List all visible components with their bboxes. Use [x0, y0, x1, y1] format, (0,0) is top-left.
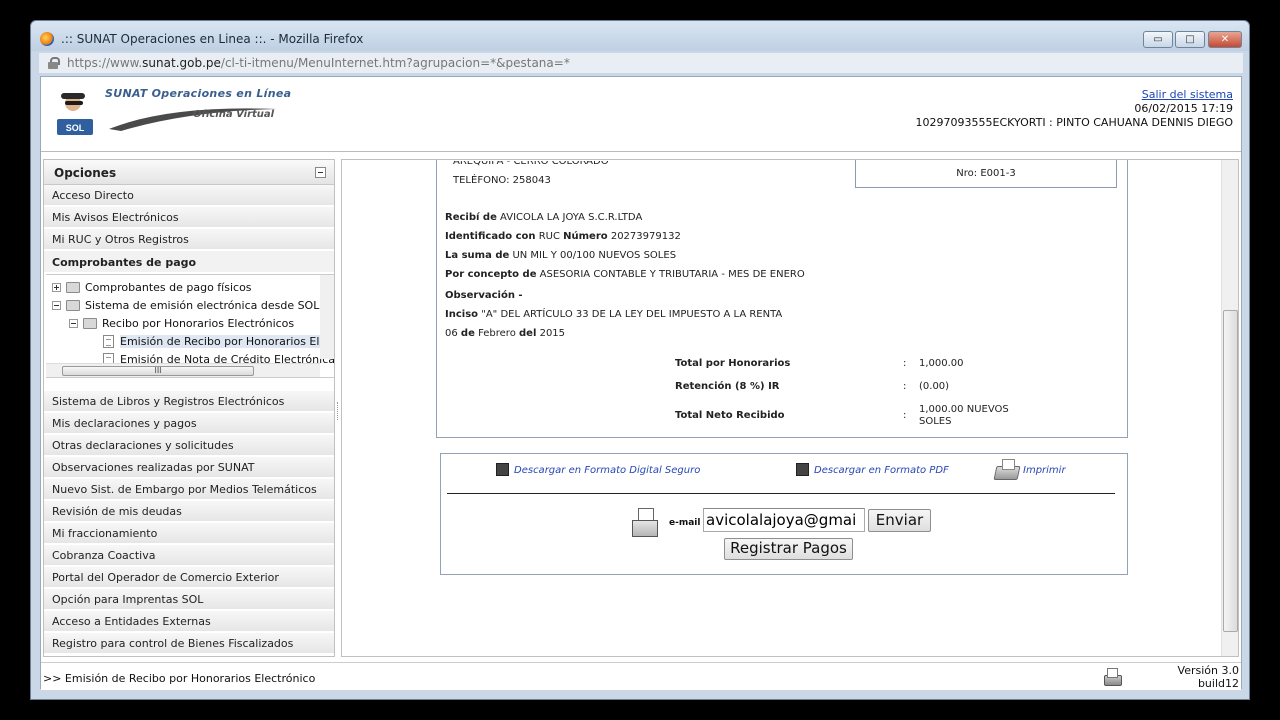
menu-item-libros[interactable]: Sistema de Libros y Registros Electrónic… [44, 391, 334, 412]
total-honorarios-label: Total por Honorarios [675, 358, 791, 369]
maximize-button[interactable]: □ [1175, 31, 1205, 48]
print-link[interactable]: Imprimir [993, 458, 1066, 480]
printer-status-icon [1101, 667, 1123, 687]
address-bar[interactable]: https://www.sunat.gob.pe/cl-ti-itmenu/Me… [39, 53, 1243, 73]
menu-item-avisos[interactable]: Mis Avisos Electrónicos [44, 207, 334, 228]
receipt-date: 06 de Febrero del 2015 [445, 328, 566, 339]
printer-icon [993, 458, 1019, 480]
options-sidebar: Opciones Acceso Directo Mis Avisos Elect… [43, 159, 335, 657]
main-panel: AREQUIPA - CERRO COLORADO TELÉFONO: 2580… [341, 159, 1239, 657]
main-scroll-thumb[interactable] [1223, 310, 1238, 632]
logo-badge: SOL [66, 123, 85, 133]
minimize-button[interactable]: ▭ [1143, 31, 1173, 48]
menu-item-acceso-directo[interactable]: Acceso Directo [44, 185, 334, 206]
folder-open-icon [83, 318, 97, 329]
status-bar: >> Emisión de Recibo por Honorarios Elec… [41, 662, 1241, 690]
download-icon [496, 463, 509, 476]
site-header: SOL SUNAT Operaciones en Línea Oficina V… [41, 77, 1241, 152]
tree-scroll-thumb[interactable]: III [62, 366, 254, 376]
menu-item-imprentas[interactable]: Opción para Imprentas SOL [44, 589, 334, 610]
total-neto-value: 1,000.00 NUEVOS [919, 404, 1009, 415]
status-breadcrumb: >> Emisión de Recibo por Honorarios Elec… [43, 672, 316, 685]
download-icon [796, 463, 809, 476]
page-content: SOL SUNAT Operaciones en Línea Oficina V… [40, 76, 1242, 690]
session-datetime: 06/02/2015 17:19 [1134, 102, 1233, 115]
total-neto-sep: : [903, 410, 907, 421]
retencion-label: Retención (8 %) IR [675, 381, 780, 392]
email-input[interactable]: avicolalajoya@gmai [703, 508, 865, 532]
menu-item-ruc[interactable]: Mi RUC y Otros Registros [44, 229, 334, 250]
retencion-value: (0.00) [919, 381, 950, 392]
version-info: Versión 3.0 build12 [1177, 664, 1239, 690]
menu-item-entidades[interactable]: Acceso a Entidades Externas [44, 611, 334, 632]
download-pdf-link[interactable]: Descargar en Formato PDF [796, 463, 949, 476]
main-vertical-scrollbar[interactable] [1221, 160, 1238, 656]
collapse-node-icon[interactable] [69, 319, 78, 328]
receipt-concept: Por concepto de ASESORIA CONTABLE Y TRIB… [445, 269, 805, 280]
menu-item-deudas[interactable]: Revisión de mis deudas [44, 501, 334, 522]
receipt-address-partial: AREQUIPA - CERRO COLORADO [453, 159, 609, 167]
total-honorarios-sep: : [903, 358, 907, 369]
sol-user-icon: SOL [57, 93, 93, 135]
expand-icon[interactable] [52, 283, 61, 292]
menu-item-cobranza[interactable]: Cobranza Coactiva [44, 545, 334, 566]
folder-icon [66, 300, 80, 311]
total-neto-value-line2: SOLES [919, 416, 952, 427]
logout-link[interactable]: Salir del sistema [1142, 88, 1233, 101]
menu-item-bienes-fiscalizados[interactable]: Registro para control de Bienes Fiscaliz… [44, 633, 334, 654]
receipt-number: Nro: E001-3 [956, 168, 1016, 179]
tree-horizontal-scrollbar[interactable]: III [46, 363, 320, 377]
menu-item-fraccionamiento[interactable]: Mi fraccionamiento [44, 523, 334, 544]
menu-item-observaciones[interactable]: Observaciones realizadas por SUNAT [44, 457, 334, 478]
title-bar: .:: SUNAT Operaciones en Linea ::. - Moz… [31, 21, 1249, 51]
firefox-icon [40, 32, 54, 46]
sidebar-header: Opciones [44, 160, 334, 185]
total-honorarios-value: 1,000.00 [919, 358, 964, 369]
session-user: 10297093555ECKYORTI : PINTO CAHUANA DENN… [915, 116, 1233, 129]
retencion-sep: : [903, 381, 907, 392]
mail-icon [631, 508, 659, 538]
receipt-actions: Descargar en Formato Digital Seguro Desc… [440, 453, 1128, 575]
window-title: .:: SUNAT Operaciones en Linea ::. - Moz… [61, 32, 364, 46]
receipt-recibi: Recibí de AVICOLA LA JOYA S.C.R.LTDA [445, 212, 643, 223]
tree-vertical-scrollbar[interactable] [320, 275, 334, 359]
panel-splitter[interactable] [337, 402, 339, 420]
actions-divider [447, 493, 1115, 494]
total-neto-label: Total Neto Recibido [675, 410, 785, 421]
logo-title: SUNAT Operaciones en Línea [105, 87, 292, 100]
menu-item-declaraciones[interactable]: Mis declaraciones y pagos [44, 413, 334, 434]
menu-tree: Comprobantes de pago físicos Sistema de … [46, 274, 334, 378]
receipt-amount-words: La suma de UN MIL Y 00/100 NUEVOS SOLES [445, 250, 677, 261]
email-label: e-mail [669, 518, 701, 528]
url-text[interactable]: https://www.sunat.gob.pe/cl-ti-itmenu/Me… [67, 56, 570, 70]
menu-item-comercio-exterior[interactable]: Portal del Operador de Comercio Exterior [44, 567, 334, 588]
receipt-inciso: Inciso "A" DEL ARTÍCULO 33 DE LA LEY DEL… [445, 309, 783, 320]
send-button[interactable]: Enviar [868, 509, 931, 532]
collapse-icon[interactable] [315, 167, 326, 178]
register-payments-button[interactable]: Registrar Pagos [724, 538, 853, 560]
receipt-box: AREQUIPA - CERRO COLORADO TELÉFONO: 2580… [436, 159, 1128, 438]
sidebar-title: Opciones [54, 166, 117, 180]
receipt-ruc: Identificado con RUC Número 20273979132 [445, 231, 681, 242]
collapse-node-icon[interactable] [52, 301, 61, 310]
menu-item-embargo[interactable]: Nuevo Sist. de Embargo por Medios Telemá… [44, 479, 334, 500]
logo-subtitle: Oficina Virtual [193, 109, 275, 120]
download-secure-link[interactable]: Descargar en Formato Digital Seguro [496, 463, 700, 476]
receipt-number-box: Nro: E001-3 [855, 160, 1117, 188]
session-info: Salir del sistema 06/02/2015 17:19 10297… [916, 88, 1233, 130]
close-button[interactable]: ✕ [1208, 31, 1242, 48]
browser-window: .:: SUNAT Operaciones en Linea ::. - Moz… [30, 20, 1250, 700]
document-icon [103, 335, 114, 348]
lock-icon [48, 57, 60, 69]
sunat-logo: SOL SUNAT Operaciones en Línea Oficina V… [49, 87, 292, 143]
menu-item-otras-declaraciones[interactable]: Otras declaraciones y solicitudes [44, 435, 334, 456]
menu-item-comprobantes[interactable]: Comprobantes de pago [44, 251, 334, 273]
folder-icon [66, 282, 80, 293]
receipt-phone: TELÉFONO: 258043 [453, 175, 551, 186]
receipt-observation: Observación - [445, 290, 523, 301]
